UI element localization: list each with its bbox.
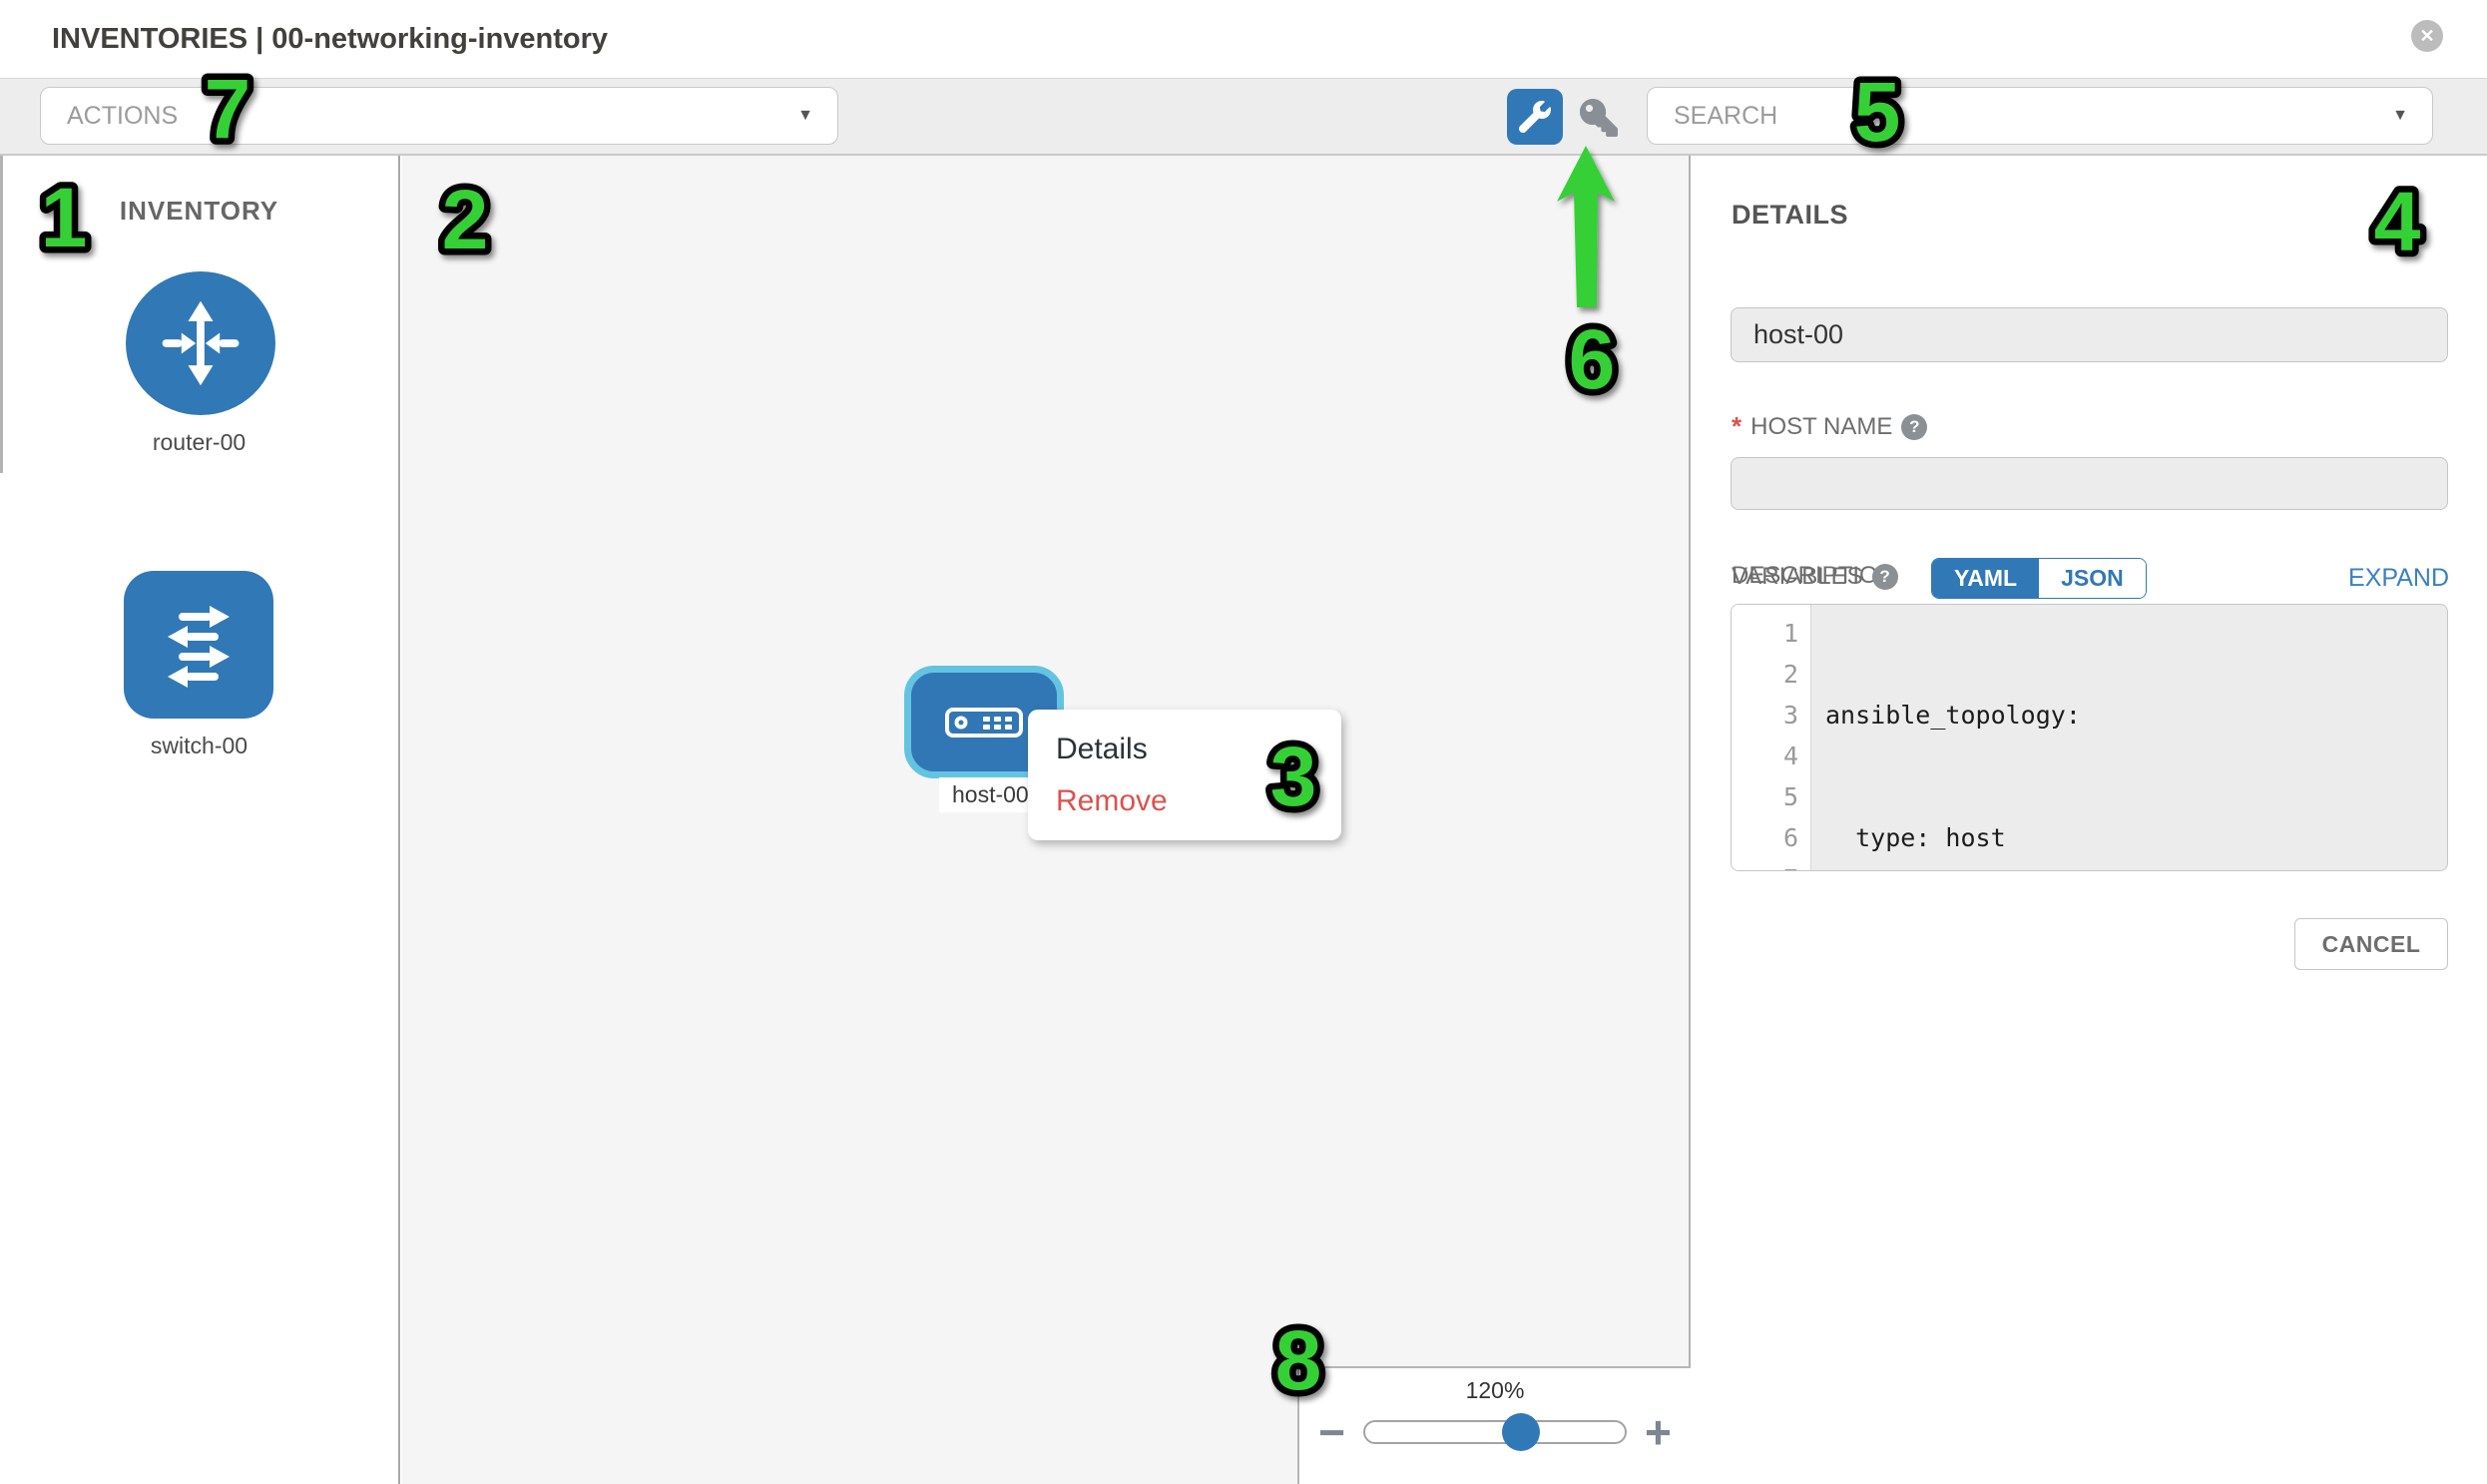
line-number: 4 — [1732, 736, 1798, 776]
router-icon — [153, 295, 249, 391]
actions-dropdown[interactable]: ACTIONS ▼ — [40, 87, 838, 145]
help-icon[interactable]: ? — [1872, 564, 1898, 590]
code-line: type: host — [1825, 817, 2447, 858]
zoom-out-button[interactable]: − — [1318, 1412, 1345, 1452]
search-dropdown-label: SEARCH — [1674, 88, 1777, 144]
node-context-menu: Details Remove — [1028, 710, 1341, 840]
line-number: 1 — [1732, 613, 1798, 654]
toolbar: ACTIONS ▼ SEARCH ▼ — [0, 78, 2487, 156]
details-panel: DETAILS * HOST NAME ? DESCRIPTION VARIAB… — [1693, 156, 2487, 1484]
host-name-label: HOST NAME — [1750, 413, 1892, 441]
host-node-label: host-00 — [939, 777, 1042, 812]
sidebar-title: INVENTORY — [0, 196, 398, 227]
inventory-sidebar: INVENTORY router-00 — [0, 156, 400, 1484]
switch-icon — [149, 595, 249, 695]
variables-label: VARIABLES — [1732, 563, 1863, 591]
menu-item-remove[interactable]: Remove — [1056, 775, 1341, 827]
chevron-down-icon: ▼ — [2392, 88, 2408, 144]
details-panel-title: DETAILS — [1732, 200, 1848, 231]
close-icon[interactable]: ✕ — [2411, 20, 2443, 52]
line-number: 6 — [1732, 817, 1798, 858]
expand-link[interactable]: EXPAND — [2348, 564, 2449, 593]
search-dropdown[interactable]: SEARCH ▼ — [1647, 87, 2433, 145]
line-number: 3 — [1732, 695, 1798, 736]
line-number: 5 — [1732, 776, 1798, 817]
credentials-button[interactable] — [1575, 95, 1623, 141]
yaml-toggle-button[interactable]: YAML — [1932, 559, 2039, 598]
topology-canvas[interactable]: host-00 Details Remove 120% − + — [402, 156, 1691, 1484]
cancel-button[interactable]: CANCEL — [2294, 918, 2448, 970]
zoom-control-panel: 120% − + — [1297, 1366, 1691, 1484]
json-toggle-button[interactable]: JSON — [2039, 559, 2146, 598]
required-asterisk: * — [1732, 411, 1741, 442]
page-title: INVENTORIES | 00-networking-inventory — [52, 0, 608, 78]
zoom-percent: 120% — [1466, 1377, 1525, 1404]
switch-label: switch-00 — [0, 733, 398, 759]
host-name-label-row: * HOST NAME ? — [1732, 411, 1927, 442]
host-name-input[interactable] — [1731, 307, 2448, 362]
zoom-in-button[interactable]: + — [1645, 1412, 1672, 1452]
line-number: 7 — [1732, 858, 1798, 871]
format-toggle: YAML JSON — [1931, 558, 2147, 599]
sidebar-item-router[interactable] — [126, 271, 275, 415]
actions-dropdown-label: ACTIONS — [67, 88, 178, 144]
wrench-icon — [1519, 101, 1551, 133]
editor-line-numbers: 1 2 3 4 5 6 7 — [1732, 605, 1811, 870]
variables-row: VARIABLES ? YAML JSON EXPAND — [1732, 558, 2449, 600]
line-number: 2 — [1732, 654, 1798, 695]
chevron-down-icon: ▼ — [797, 88, 813, 144]
editor-code-area[interactable]: ansible_topology: type: host name: host-… — [1811, 605, 2447, 870]
tools-button[interactable] — [1507, 89, 1563, 145]
page-header: INVENTORIES | 00-networking-inventory ✕ — [0, 0, 2487, 78]
host-icon — [945, 708, 1023, 738]
help-icon[interactable]: ? — [1901, 414, 1927, 440]
router-label: router-00 — [0, 429, 398, 456]
key-icon — [1580, 99, 1618, 137]
zoom-slider[interactable] — [1363, 1420, 1627, 1444]
menu-item-details[interactable]: Details — [1056, 724, 1341, 775]
code-line: ansible_topology: — [1825, 695, 2447, 736]
sidebar-item-switch[interactable] — [124, 571, 273, 719]
inventory-topology-app: INVENTORIES | 00-networking-inventory ✕ … — [0, 0, 2487, 1484]
description-input[interactable] — [1731, 457, 2448, 510]
variables-code-editor[interactable]: 1 2 3 4 5 6 7 ansible_topology: type: ho… — [1731, 604, 2448, 871]
zoom-slider-thumb[interactable] — [1502, 1413, 1540, 1451]
